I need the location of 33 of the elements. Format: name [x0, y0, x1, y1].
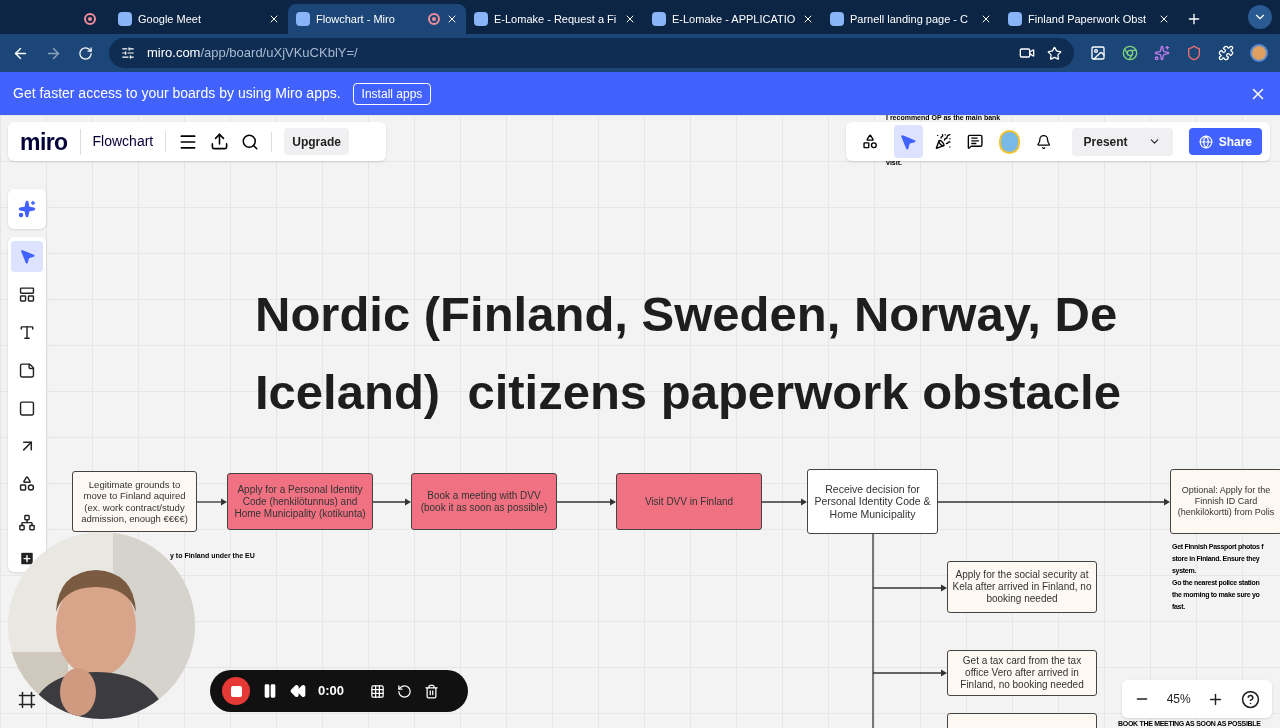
upgrade-button[interactable]: Upgrade — [284, 128, 349, 155]
board-name[interactable]: Flowchart — [92, 131, 167, 152]
address-bar[interactable]: miro.com/app/board/uXjVKuCKblY=/ — [109, 38, 1074, 68]
box-text: Book a meeting with DVV (book it as soon as possible) — [419, 489, 549, 514]
browser-tab[interactable]: E-Lomake - APPLICATIO — [644, 4, 822, 34]
share-button[interactable]: Share — [1188, 128, 1262, 155]
box-text: Legitimate grounds to move to Finland aquired (ex. work contract/study admission, enough €€€€) — [80, 478, 189, 525]
browser-tab[interactable]: Google Meet — [110, 4, 288, 34]
tab-title: Flowchart - Miro — [316, 11, 396, 27]
tab-title: Parnell landing page - C — [850, 11, 970, 27]
box-text: Optional: Apply for the Finnish ID Card (henkilökortti) from Polis — [1176, 485, 1276, 518]
tab-title: Finland Paperwork Obst — [1028, 11, 1147, 27]
board-title: Nordic (Finland, Sweden, Norway, De Iceland) citizens paperwork obstacle — [255, 286, 1121, 421]
miro-logo[interactable]: miro — [20, 128, 81, 155]
banner-text: Get faster access to your boards by using Miro apps. — [13, 84, 341, 103]
browser-tab[interactable]: Parnell landing page - C — [822, 4, 1000, 34]
browser-tab[interactable]: Finland Paperwork Obst — [1000, 4, 1178, 34]
tab-title: Google Meet — [138, 11, 202, 27]
zoom-level[interactable]: 45% — [1166, 690, 1191, 708]
box-text: Receive decision for Personal Identity Code & Home Municipality — [813, 482, 932, 521]
box-text: Apply for the social security at Kela after arrived in Finland, no booking needed — [952, 569, 1092, 605]
browser-tab[interactable]: E-Lomake - Request a Fi — [466, 4, 644, 34]
box-text: Apply for a Personal Identity Code (henkilötunnus) and Home Municipality (kotikunta) — [233, 483, 367, 520]
browser-tab[interactable]: Flowchart - Miro — [288, 4, 466, 34]
tab-title: E-Lomake - Request a Fi — [494, 11, 618, 27]
install-apps-button[interactable]: Install apps — [352, 82, 432, 105]
url-host: miro.com — [147, 45, 201, 61]
url-path: /app/board/uXjVKuCKblY=/ — [200, 45, 358, 61]
box-text: Visit DVV in Finland — [644, 495, 734, 508]
present-button[interactable]: Present — [1071, 127, 1173, 156]
recording-time: 0:00 — [318, 682, 346, 701]
box-text: Get a tax card from the tax office Vero after arrived in Finland, no booking needed — [959, 655, 1085, 691]
tab-title: E-Lomake - APPLICATIO — [672, 11, 796, 27]
